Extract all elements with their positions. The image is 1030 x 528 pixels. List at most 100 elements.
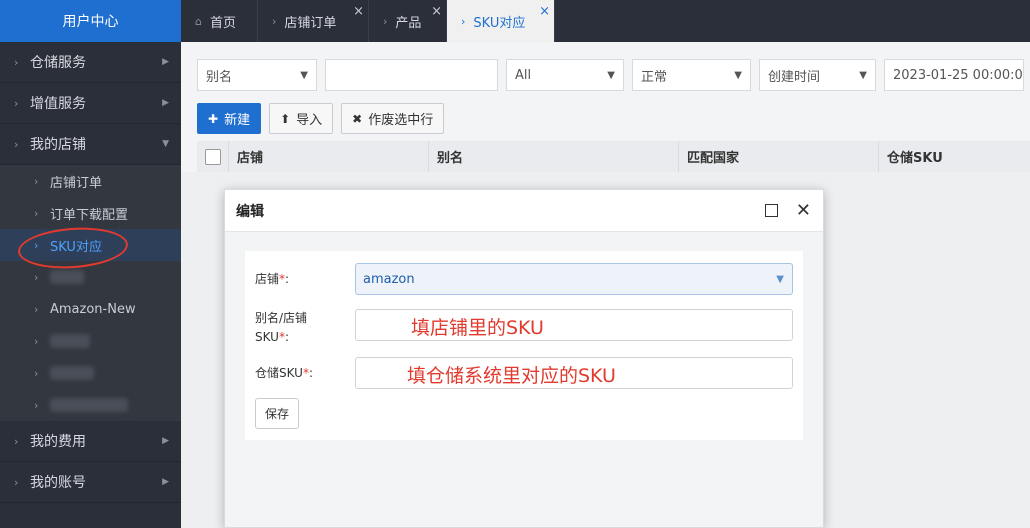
- sidebar-item-amazon-new[interactable]: › Amazon-New: [0, 293, 181, 325]
- sidebar-item-blurred-4[interactable]: ›: [0, 389, 181, 421]
- tab-label: 产品: [395, 15, 422, 31]
- redacted-label: [50, 398, 128, 412]
- status-select[interactable]: 正常 ▼: [632, 59, 751, 91]
- caret-down-icon: ▼: [734, 69, 742, 81]
- warehouse-hint-annotation: 填仓储系统里对应的SKU: [407, 365, 616, 387]
- sidebar-item-blurred-2[interactable]: ›: [0, 325, 181, 357]
- label-text-line2: SKU: [255, 330, 279, 344]
- close-icon[interactable]: ×: [539, 4, 550, 19]
- caret-down-icon: ▼: [607, 69, 615, 81]
- sidebar-item-sku-mapping[interactable]: › SKU对应: [0, 229, 181, 261]
- store-label: 店铺*:: [245, 270, 355, 289]
- sidebar-item-order-download-config[interactable]: › 订单下载配置: [0, 197, 181, 229]
- save-button[interactable]: 保存: [255, 398, 300, 429]
- caret-right-icon: ▶: [162, 477, 169, 487]
- tab-sku-mapping[interactable]: › SKU对应 ×: [447, 0, 555, 42]
- chevron-right-icon: ›: [34, 270, 39, 284]
- sidebar-header: 用户中心: [0, 0, 181, 42]
- warehouse-sku-label: 仓储SKU*:: [245, 364, 355, 383]
- dialog-header: 编辑 ✕: [225, 190, 823, 232]
- label-colon: :: [284, 330, 289, 344]
- time-type-select[interactable]: 创建时间 ▼: [759, 59, 876, 91]
- sidebar-item-label: 我的费用: [30, 434, 86, 450]
- chevron-right-icon: ›: [34, 206, 39, 220]
- date-input[interactable]: 2023-01-25 00:00:01: [884, 59, 1024, 91]
- plus-icon: ✚: [208, 111, 219, 126]
- sidebar-item-store-orders[interactable]: › 店铺订单: [0, 165, 181, 197]
- sidebar-item-my-account[interactable]: › 我的账号 ▶: [0, 462, 181, 503]
- select-value: All: [515, 67, 532, 83]
- sidebar-item-label: 增值服务: [30, 96, 86, 112]
- search-input[interactable]: [325, 59, 498, 91]
- upload-icon: ⬆: [280, 111, 291, 126]
- label-text: 仓储SKU: [255, 365, 303, 380]
- tab-home[interactable]: ⌂ 首页: [181, 0, 258, 42]
- sidebar-item-label: 我的店铺: [30, 137, 86, 153]
- maximize-icon[interactable]: [764, 204, 778, 217]
- chevron-right-icon: ›: [14, 475, 19, 489]
- select-value: 正常: [641, 69, 668, 85]
- redacted-label: [50, 366, 94, 380]
- toolbar: ✚ 新建 ⬆ 导入 ✖ 作废选中行: [197, 103, 445, 134]
- column-header-country[interactable]: 匹配国家: [679, 141, 879, 172]
- select-all-cell: [197, 141, 229, 172]
- chevron-right-icon: ›: [34, 302, 39, 316]
- caret-down-icon: ▼: [162, 139, 169, 149]
- sidebar-item-label: 订单下载配置: [50, 207, 129, 223]
- store-select[interactable]: amazon ▼: [355, 263, 793, 295]
- sidebar-item-label: 我的账号: [30, 475, 86, 491]
- submenu-my-stores: › 店铺订单 › 订单下载配置 › SKU对应 › › Amazon-New ›…: [0, 165, 181, 421]
- sidebar-item-my-stores[interactable]: › 我的店铺 ▼: [0, 124, 181, 165]
- tab-bar: ⌂ 首页 › 店铺订单 × › 产品 × › SKU对应 ×: [181, 0, 1030, 42]
- tab-store-orders[interactable]: › 店铺订单 ×: [258, 0, 369, 42]
- caret-right-icon: ▶: [162, 436, 169, 446]
- tab-label: SKU对应: [473, 15, 526, 31]
- void-selected-button[interactable]: ✖ 作废选中行: [341, 103, 445, 134]
- button-label: 作废选中行: [368, 113, 434, 128]
- tab-products[interactable]: › 产品 ×: [369, 0, 447, 42]
- sidebar-item-label: 仓储服务: [30, 55, 86, 71]
- label-colon: :: [285, 271, 290, 286]
- sidebar-item-my-fees[interactable]: › 我的费用 ▶: [0, 421, 181, 462]
- chevron-right-icon: ›: [34, 366, 39, 380]
- chevron-right-icon: ›: [14, 55, 19, 69]
- column-header-alias[interactable]: 别名: [429, 141, 679, 172]
- caret-down-icon: ▼: [300, 69, 308, 81]
- sidebar-item-blurred-3[interactable]: ›: [0, 357, 181, 389]
- sidebar-item-storage[interactable]: › 仓储服务 ▶: [0, 42, 181, 83]
- sidebar: 用户中心 › 仓储服务 ▶ › 增值服务 ▶ › 我的店铺 ▼ › 店铺订单 ›…: [0, 0, 181, 528]
- table-header: 店铺 别名 匹配国家 仓储SKU: [197, 141, 1030, 172]
- sidebar-item-blurred-1[interactable]: ›: [0, 261, 181, 293]
- column-header-store[interactable]: 店铺: [229, 141, 429, 172]
- alias-select[interactable]: 别名 ▼: [197, 59, 317, 91]
- chevron-right-icon: ›: [34, 238, 39, 252]
- caret-right-icon: ▶: [162, 57, 169, 67]
- select-value: 创建时间: [768, 69, 821, 85]
- label-text: 店铺: [255, 271, 280, 286]
- alias-hint-annotation: 填店铺里的SKU: [411, 317, 544, 339]
- sidebar-item-value-added[interactable]: › 增值服务 ▶: [0, 83, 181, 124]
- import-button[interactable]: ⬆ 导入: [269, 103, 334, 134]
- all-select[interactable]: All ▼: [506, 59, 624, 91]
- chevron-right-icon: ›: [34, 398, 39, 412]
- close-icon[interactable]: ×: [431, 4, 442, 19]
- chevron-right-icon: ›: [383, 14, 388, 28]
- button-label: 新建: [224, 113, 251, 128]
- form-row-alias: 别名/店铺 SKU*: 填店铺里的SKU: [245, 309, 803, 347]
- dialog-actions: ✕: [764, 201, 811, 220]
- caret-down-icon: ▼: [776, 273, 784, 285]
- caret-down-icon: ▼: [859, 69, 867, 81]
- chevron-right-icon: ›: [14, 96, 19, 110]
- chevron-right-icon: ›: [272, 14, 277, 28]
- tab-label: 店铺订单: [284, 15, 337, 31]
- caret-right-icon: ▶: [162, 98, 169, 108]
- chevron-right-icon: ›: [461, 14, 466, 28]
- new-button[interactable]: ✚ 新建: [197, 103, 262, 134]
- select-all-checkbox[interactable]: [204, 148, 221, 165]
- column-header-warehouse-sku[interactable]: 仓储SKU: [879, 141, 1030, 172]
- close-icon[interactable]: ✕: [796, 201, 811, 220]
- close-icon[interactable]: ×: [353, 4, 364, 19]
- chevron-right-icon: ›: [14, 434, 19, 448]
- input-value: 2023-01-25 00:00:01: [893, 67, 1024, 83]
- edit-dialog: 编辑 ✕ 店铺*: amazon ▼ 别名/店铺 SKU*: 填店铺里的SKU: [224, 189, 824, 528]
